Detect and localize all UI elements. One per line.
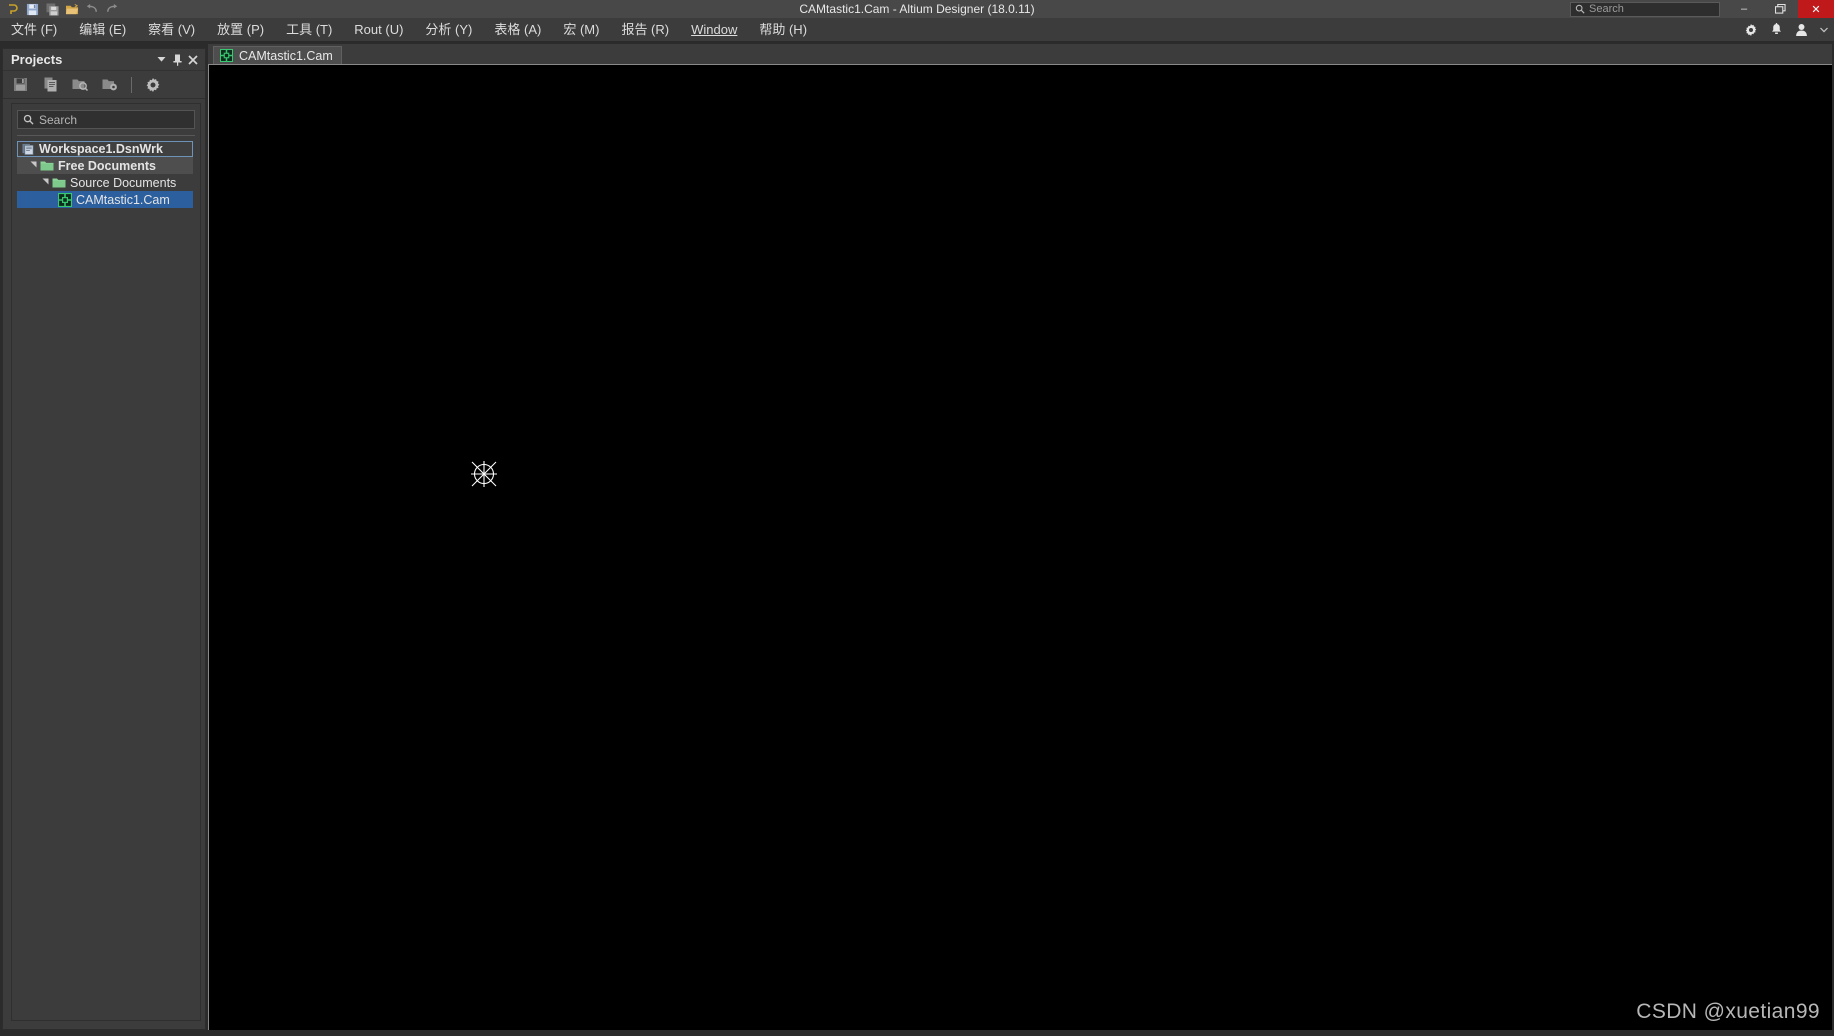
panel-close-button[interactable] bbox=[185, 51, 201, 69]
save-icon[interactable] bbox=[23, 1, 41, 17]
menu-tools-label: 工具 (T) bbox=[286, 22, 332, 37]
projects-panel-toolbar bbox=[3, 71, 205, 99]
cam-document-icon bbox=[220, 49, 233, 62]
menu-macro-label: 宏 (M) bbox=[563, 22, 599, 37]
menu-place[interactable]: 放置 (P) bbox=[206, 18, 275, 42]
title-bar: CAMtastic1.Cam - Altium Designer (18.0.1… bbox=[0, 0, 1834, 18]
toolbar-separator bbox=[131, 77, 132, 93]
menu-file-label: 文件 (F) bbox=[11, 22, 57, 37]
menu-file[interactable]: 文件 (F) bbox=[0, 18, 68, 42]
projects-search-placeholder: Search bbox=[39, 113, 77, 127]
projects-panel-body: Search Workspace1.DsnWrk Free Documents bbox=[11, 103, 201, 1021]
redo-icon bbox=[103, 1, 121, 17]
menu-analysis-label: 分析 (Y) bbox=[425, 22, 472, 37]
title-bar-right: Search – ✕ bbox=[1570, 0, 1834, 18]
expand-arrow-icon[interactable] bbox=[27, 161, 39, 170]
menu-report[interactable]: 报告 (R) bbox=[610, 18, 680, 42]
close-button[interactable]: ✕ bbox=[1798, 0, 1834, 18]
save-project-icon[interactable] bbox=[11, 76, 29, 94]
user-icon[interactable] bbox=[1795, 23, 1808, 37]
menu-edit[interactable]: 编辑 (E) bbox=[68, 18, 137, 42]
compile-project-icon[interactable] bbox=[41, 76, 59, 94]
panel-pin-button[interactable] bbox=[169, 51, 185, 69]
minimize-button[interactable]: – bbox=[1726, 0, 1762, 18]
global-search-box[interactable]: Search bbox=[1570, 2, 1720, 17]
panel-divider bbox=[17, 135, 195, 136]
tree-item-free-documents-label: Free Documents bbox=[58, 159, 156, 173]
search-icon bbox=[23, 114, 34, 125]
menu-route[interactable]: Rout (U) bbox=[343, 18, 414, 42]
projects-panel-header: Projects bbox=[3, 49, 205, 71]
window-title: CAMtastic1.Cam - Altium Designer (18.0.1… bbox=[0, 0, 1834, 18]
open-icon[interactable] bbox=[63, 1, 81, 17]
menu-macro[interactable]: 宏 (M) bbox=[552, 18, 610, 42]
open-project-icon[interactable] bbox=[71, 76, 89, 94]
menu-view-label: 察看 (V) bbox=[148, 22, 195, 37]
menu-view[interactable]: 察看 (V) bbox=[137, 18, 206, 42]
menu-place-label: 放置 (P) bbox=[217, 22, 264, 37]
tab-camtastic1-cam[interactable]: CAMtastic1.Cam bbox=[213, 46, 342, 64]
restore-button[interactable] bbox=[1762, 0, 1798, 18]
tree-item-source-documents-label: Source Documents bbox=[70, 176, 176, 190]
menu-window-label: Window bbox=[691, 22, 737, 37]
menu-table-label: 表格 (A) bbox=[494, 22, 541, 37]
expand-arrow-icon[interactable] bbox=[39, 178, 51, 187]
cam-document-icon bbox=[57, 193, 73, 207]
gear-icon[interactable] bbox=[1744, 23, 1758, 37]
chevron-down-icon[interactable] bbox=[1820, 27, 1828, 33]
save-all-icon[interactable] bbox=[43, 1, 61, 17]
menu-analysis[interactable]: 分析 (Y) bbox=[414, 18, 483, 42]
menu-report-label: 报告 (R) bbox=[621, 22, 669, 37]
menu-table[interactable]: 表格 (A) bbox=[483, 18, 552, 42]
search-icon bbox=[1575, 4, 1585, 14]
project-tree: Workspace1.DsnWrk Free Documents Sourc bbox=[17, 141, 195, 208]
tab-camtastic1-cam-label: CAMtastic1.Cam bbox=[239, 49, 333, 63]
altium-logo-icon[interactable] bbox=[3, 1, 21, 17]
csdn-watermark: CSDN @xuetian99 bbox=[1636, 1000, 1820, 1024]
panel-settings-icon[interactable] bbox=[144, 76, 162, 94]
menu-bar: 文件 (F) 编辑 (E) 察看 (V) 放置 (P) 工具 (T) Rout … bbox=[0, 18, 1834, 42]
folder-icon bbox=[39, 160, 55, 172]
menu-help-label: 帮助 (H) bbox=[759, 22, 807, 37]
menu-route-label: Rout (U) bbox=[354, 22, 403, 37]
menu-window[interactable]: Window bbox=[680, 18, 748, 42]
bell-icon[interactable] bbox=[1770, 23, 1783, 37]
tree-item-camtastic1-cam-label: CAMtastic1.Cam bbox=[76, 193, 170, 207]
tree-item-workspace[interactable]: Workspace1.DsnWrk bbox=[17, 141, 193, 157]
folder-icon bbox=[51, 177, 67, 189]
project-options-icon[interactable] bbox=[101, 76, 119, 94]
tree-item-camtastic1-cam[interactable]: CAMtastic1.Cam bbox=[17, 191, 193, 208]
workspace-icon bbox=[20, 143, 36, 156]
menu-edit-label: 编辑 (E) bbox=[79, 22, 126, 37]
menu-help[interactable]: 帮助 (H) bbox=[748, 18, 818, 42]
cam-editor-canvas[interactable]: CSDN @xuetian99 bbox=[208, 64, 1832, 1030]
tree-item-source-documents[interactable]: Source Documents bbox=[17, 174, 193, 191]
tree-item-workspace-label: Workspace1.DsnWrk bbox=[39, 142, 163, 156]
panel-dropdown-button[interactable] bbox=[153, 51, 169, 69]
undo-icon bbox=[83, 1, 101, 17]
global-search-placeholder: Search bbox=[1589, 3, 1624, 15]
document-tab-bar: CAMtastic1.Cam bbox=[208, 44, 1832, 64]
projects-panel-title: Projects bbox=[11, 52, 153, 67]
projects-panel: Projects Search bbox=[2, 48, 206, 1030]
quick-access-toolbar bbox=[0, 1, 121, 17]
tree-item-free-documents[interactable]: Free Documents bbox=[17, 157, 193, 174]
camtastic-crosshair-cursor bbox=[467, 457, 501, 491]
projects-search-box[interactable]: Search bbox=[17, 110, 195, 129]
menu-bar-right-icons bbox=[1744, 18, 1828, 42]
menu-tools[interactable]: 工具 (T) bbox=[275, 18, 343, 42]
